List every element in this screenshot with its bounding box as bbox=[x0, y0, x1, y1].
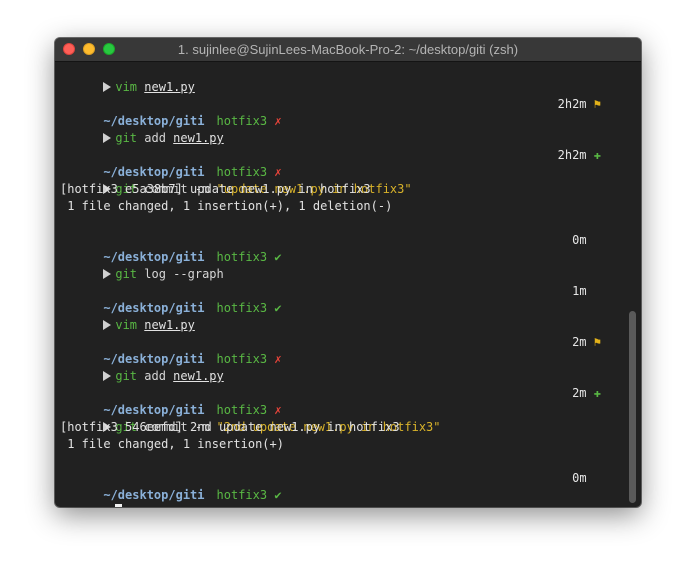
elapsed-time: 2m bbox=[572, 335, 587, 349]
command-name: git bbox=[115, 369, 138, 383]
command-line: git add new1.py bbox=[60, 113, 601, 145]
output-line: [hotfix3 546eefd] 2nd update new1.py in … bbox=[60, 420, 400, 434]
command-name: vim bbox=[115, 318, 138, 332]
prompt-line: ~/desktop/giti hotfix3 ✔ 0m bbox=[60, 232, 601, 264]
command-text: add bbox=[137, 369, 174, 383]
prompt-icon bbox=[103, 320, 112, 330]
elapsed-time: 2m bbox=[572, 386, 587, 400]
prompt-right: 1m bbox=[572, 283, 601, 300]
command-name: vim bbox=[115, 80, 138, 94]
command-text: log --graph bbox=[137, 267, 224, 281]
elapsed-time: 0m bbox=[572, 233, 587, 247]
output-line: 1 file changed, 1 insertion(+), 1 deleti… bbox=[60, 199, 393, 213]
prompt-line: ~/desktop/giti hotfix3 ✗ 2m ⚑ bbox=[60, 334, 601, 366]
terminal-output[interactable]: vim new1.py ~/desktop/giti hotfix3 ✗ 2h2m… bbox=[55, 62, 641, 507]
plus-icon: ✚ bbox=[593, 148, 601, 162]
command-line: git commit -m "2nd update new1.py in hot… bbox=[60, 402, 601, 434]
prompt-line: ~/desktop/giti hotfix3 ✗ 2m ✚ bbox=[60, 385, 601, 417]
prompt-right: 0m bbox=[572, 470, 601, 487]
command-line: vim new1.py bbox=[60, 300, 601, 332]
terminal-window[interactable]: 1. sujinlee@SujinLees-MacBook-Pro-2: ~/d… bbox=[55, 38, 641, 507]
prompt-icon bbox=[103, 82, 112, 92]
command-line: git add new1.py bbox=[60, 351, 601, 383]
plus-icon: ✚ bbox=[593, 386, 601, 400]
scrollbar-thumb[interactable] bbox=[629, 311, 636, 503]
flag-icon: ⚑ bbox=[593, 97, 601, 111]
input-line[interactable] bbox=[60, 487, 601, 507]
prompt-line: ~/desktop/giti hotfix3 ✔ 0m bbox=[60, 470, 601, 502]
prompt-right: 0m bbox=[572, 232, 601, 249]
prompt-right: 2m ⚑ bbox=[572, 334, 601, 351]
output-line: 1 file changed, 1 insertion(+) bbox=[60, 437, 284, 451]
vertical-scrollbar[interactable] bbox=[629, 62, 637, 503]
prompt-right: 2h2m ⚑ bbox=[558, 96, 601, 113]
command-text: add bbox=[137, 131, 174, 145]
prompt-icon bbox=[103, 371, 112, 381]
title-bar[interactable]: 1. sujinlee@SujinLees-MacBook-Pro-2: ~/d… bbox=[55, 38, 641, 62]
elapsed-time: 1m bbox=[572, 284, 587, 298]
command-name: git bbox=[115, 267, 138, 281]
prompt-right: 2m ✚ bbox=[572, 385, 601, 402]
elapsed-time: 2h2m bbox=[557, 148, 587, 162]
command-argument: new1.py bbox=[173, 369, 224, 383]
elapsed-time: 0m bbox=[572, 471, 587, 485]
command-line: vim new1.py bbox=[60, 62, 601, 94]
prompt-line: ~/desktop/giti hotfix3 ✗ 2h2m ⚑ bbox=[60, 96, 601, 128]
flag-icon: ⚑ bbox=[593, 335, 601, 349]
command-line: git commit -m "update new1.py in hotfix3… bbox=[60, 164, 601, 196]
command-argument: new1.py bbox=[144, 318, 195, 332]
prompt-icon bbox=[103, 269, 112, 279]
prompt-icon bbox=[103, 133, 112, 143]
elapsed-time: 2h2m bbox=[557, 97, 587, 111]
command-argument: new1.py bbox=[173, 131, 224, 145]
command-name: git bbox=[115, 131, 138, 145]
prompt-right: 2h2m ✚ bbox=[558, 147, 601, 164]
command-argument: new1.py bbox=[144, 80, 195, 94]
window-title: 1. sujinlee@SujinLees-MacBook-Pro-2: ~/d… bbox=[177, 42, 519, 57]
command-line: git log --graph bbox=[60, 249, 601, 281]
prompt-line: ~/desktop/giti hotfix3 ✗ 2h2m ✚ bbox=[60, 147, 601, 179]
text-cursor[interactable] bbox=[115, 504, 123, 507]
prompt-line: ~/desktop/giti hotfix3 ✔ 1m bbox=[60, 283, 601, 315]
output-line: [hotfix3 e5a38b7] update new1.py in hotf… bbox=[60, 182, 371, 196]
